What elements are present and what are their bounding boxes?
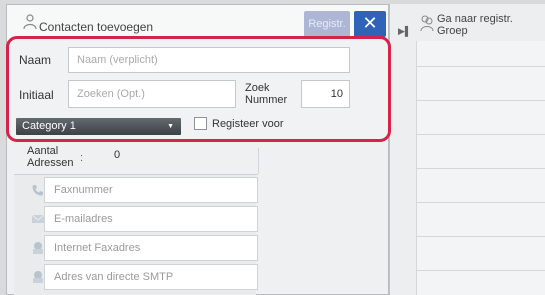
register-button[interactable]: Registr. [304, 11, 350, 37]
smtp-icon [33, 271, 43, 283]
name-label: Naam [19, 53, 52, 67]
category-dropdown[interactable]: Category 1 ▼ [16, 118, 181, 135]
fax-number-input[interactable]: Faxnummer [44, 177, 258, 203]
group-row-divider [416, 236, 545, 237]
contact-icon [23, 14, 37, 30]
address-count-label-line2: Adressen [27, 157, 74, 169]
email-icon [31, 214, 45, 223]
group-row-divider [416, 100, 545, 101]
address-count-separator: : [80, 152, 84, 164]
search-number-label-line2: Nummer [245, 94, 288, 106]
group-icon [420, 15, 434, 32]
address-count-label-line1: Aantal [27, 145, 59, 157]
address-count-value: 0 [114, 149, 121, 161]
initial-input[interactable]: Zoeken (Opt.) [68, 80, 236, 108]
fax-icon [32, 185, 43, 196]
group-row-divider [416, 168, 545, 169]
group-row-divider [416, 134, 545, 135]
category-value: Category 1 [22, 120, 76, 132]
search-number-label-line1: Zoek [245, 82, 270, 94]
direct-smtp-address-input[interactable]: Adres van directe SMTP [44, 264, 258, 290]
goto-register-group-button[interactable]: Ga naar registr. Groep [437, 13, 513, 37]
group-panel: ▶▌ Ga naar registr. Groep [389, 4, 545, 295]
divider [258, 148, 259, 174]
goto-label-line1: Ga naar registr. [437, 13, 513, 25]
expand-arrow-icon[interactable]: ▶▌ [398, 26, 411, 37]
close-button[interactable]: ✕ [354, 11, 386, 37]
search-number-label: Zoek Nummer [245, 82, 287, 106]
goto-label-line2: Groep [437, 25, 468, 37]
group-row-divider [416, 202, 545, 203]
register-for-checkbox[interactable] [194, 117, 207, 130]
address-count-label: Aantal Adressen [27, 145, 73, 169]
name-input[interactable]: Naam (verplicht) [68, 47, 350, 73]
dialog-title: Contacten toevoegen [39, 20, 154, 34]
email-address-input[interactable]: E-mailadres [44, 206, 258, 232]
group-row-divider [416, 270, 545, 271]
search-number-input[interactable]: 10 [301, 80, 350, 108]
register-for-label: Registeer voor [212, 118, 284, 130]
internet-fax-address-input[interactable]: Internet Faxadres [44, 235, 258, 261]
initial-label: Initiaal [19, 88, 54, 102]
chevron-down-icon: ▼ [167, 123, 174, 130]
internet-fax-icon [33, 242, 43, 254]
group-row-divider [416, 66, 545, 67]
